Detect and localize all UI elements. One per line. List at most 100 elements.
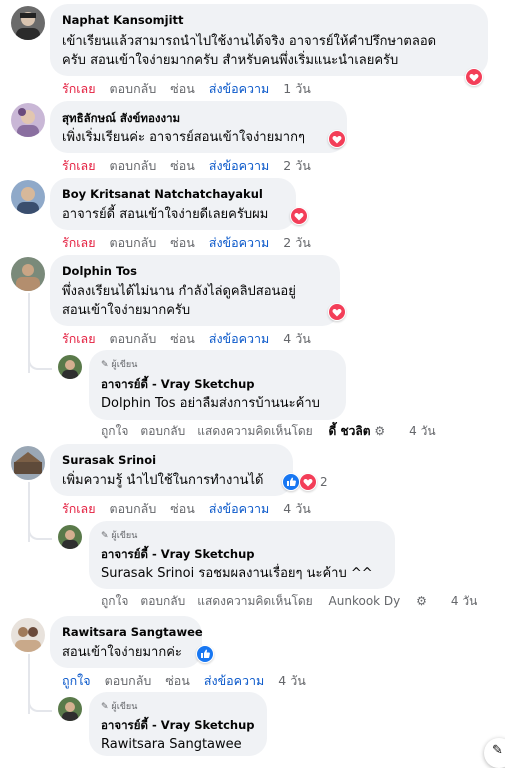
reaction-count[interactable]: 2: [320, 475, 328, 489]
love-button[interactable]: รักเลย: [62, 499, 96, 519]
love-reaction-icon[interactable]: [299, 473, 317, 491]
reply-author-name[interactable]: อาจารย์ดี้ - Vray Sketchup: [101, 717, 255, 735]
commenter-link[interactable]: Aunkook Dy: [329, 594, 401, 608]
reply-author-name[interactable]: อาจารย์ดี้ - Vray Sketchup: [101, 546, 255, 564]
avatar[interactable]: [58, 525, 82, 549]
timestamp[interactable]: 4 วัน: [283, 329, 311, 349]
love-reaction-icon[interactable]: [290, 207, 308, 225]
timestamp[interactable]: 2 วัน: [283, 233, 311, 253]
comment-text: ครับ สอนเข้าใจง่ายมากครับ สำหรับคนพึ่งเร…: [62, 53, 399, 68]
gear-icon: ⚙: [374, 424, 386, 438]
comment-actions: ถูกใจ ตอบกลับ ซ่อน ส่งข้อความ 4 วัน: [62, 671, 320, 691]
thread-line: [28, 518, 52, 540]
avatar[interactable]: [11, 257, 45, 291]
like-button[interactable]: ถูกใจ: [101, 422, 128, 441]
send-message-button[interactable]: ส่งข้อความ: [204, 671, 264, 691]
reply-button[interactable]: ตอบกลับ: [140, 592, 185, 611]
hide-button[interactable]: ซ่อน: [170, 79, 195, 99]
mention-link[interactable]: Surasak Srinoi: [101, 566, 194, 581]
pencil-icon: ✎: [101, 360, 109, 370]
mention-link[interactable]: Dolphin Tos: [101, 396, 176, 411]
comment-text: เพิ่งเริ่มเรียนค่ะ อาจารย์สอนเข้าใจง่ายม…: [62, 130, 305, 145]
reply-button[interactable]: ตอบกลับ: [110, 499, 157, 519]
commenter-name[interactable]: Dolphin Tos: [62, 264, 137, 278]
reply-actions: ถูกใจ ตอบกลับ แสดงความคิดเห็นโดย ดี้ ชวลิต…: [101, 422, 448, 441]
avatar[interactable]: [11, 446, 45, 480]
reply-button[interactable]: ตอบกลับ: [110, 329, 157, 349]
love-button[interactable]: รักเลย: [62, 79, 96, 99]
avatar[interactable]: [11, 180, 45, 214]
reply-text: Rawitsara Sangtawee: [101, 735, 242, 754]
timestamp[interactable]: 4 วัน: [283, 499, 311, 519]
mention-link[interactable]: Rawitsara Sangtawee: [101, 737, 242, 752]
hide-button[interactable]: ซ่อน: [165, 671, 190, 691]
send-message-button[interactable]: ส่งข้อความ: [209, 79, 269, 99]
hide-button[interactable]: ซ่อน: [170, 233, 195, 253]
reply-author-name[interactable]: อาจารย์ดี้ - Vray Sketchup: [101, 376, 255, 394]
like-button[interactable]: ถูกใจ: [101, 592, 128, 611]
commenter-name[interactable]: Surasak Srinoi: [62, 453, 156, 467]
timestamp[interactable]: 4 วัน: [451, 592, 477, 611]
love-button[interactable]: รักเลย: [62, 233, 96, 253]
reply-button[interactable]: ตอบกลับ: [140, 422, 185, 441]
timestamp[interactable]: 4 วัน: [409, 422, 435, 441]
send-message-button[interactable]: ส่งข้อความ: [209, 329, 269, 349]
gear-icon: ⚙: [416, 594, 427, 608]
avatar[interactable]: [58, 697, 82, 721]
author-tag: ✎ ผู้เขียน: [101, 360, 138, 370]
hide-button[interactable]: ซ่อน: [170, 329, 195, 349]
comment-text: สอนเข้าใจง่ายมากครับ: [62, 303, 191, 318]
pencil-icon: ✎: [101, 702, 109, 712]
love-reaction-icon[interactable]: [328, 130, 346, 148]
reply-button[interactable]: ตอบกลับ: [110, 79, 157, 99]
commenter-name[interactable]: สุทธิลักษณ์ สังข์ทองงาม: [62, 110, 180, 128]
comment-text: อาจารย์ดี้ สอนเข้าใจง่ายดีเลยครับผม: [62, 207, 269, 222]
comment-text: เข้าเรียนแล้วสามารถนำไปใช้งานได้จริง อาจ…: [62, 34, 437, 49]
commenter-name[interactable]: Rawitsara Sangtawee: [62, 625, 203, 639]
commenter-name[interactable]: Boy Kritsanat Natchatchayakul: [62, 187, 263, 201]
compose-button[interactable]: ✎: [484, 738, 505, 768]
love-reaction-icon[interactable]: [328, 303, 346, 321]
love-reaction-icon[interactable]: [465, 68, 483, 86]
avatar[interactable]: [11, 618, 45, 652]
pencil-icon: ✎: [101, 531, 109, 541]
timestamp[interactable]: 2 วัน: [283, 156, 311, 176]
author-tag: ✎ ผู้เขียน: [101, 531, 138, 541]
thread-line: [28, 690, 52, 712]
hide-button[interactable]: ซ่อน: [170, 499, 195, 519]
reply-button[interactable]: ตอบกลับ: [110, 156, 157, 176]
comment-actions: รักเลย ตอบกลับ ซ่อน ส่งข้อความ 2 วัน: [62, 156, 325, 176]
send-message-button[interactable]: ส่งข้อความ: [209, 156, 269, 176]
comment-actions: รักเลย ตอบกลับ ซ่อน ส่งข้อความ 1 วัน: [62, 79, 325, 99]
commenter-link[interactable]: ดี้ ชวลิต: [329, 424, 371, 438]
like-reaction-icon[interactable]: [282, 473, 300, 491]
reply-actions: ถูกใจ ตอบกลับ แสดงความคิดเห็นโดย Aunkook D…: [101, 592, 489, 611]
commented-by-label: แสดงความคิดเห็นโดย Aunkook Dy ⚙: [197, 594, 427, 608]
send-message-button[interactable]: ส่งข้อความ: [209, 499, 269, 519]
like-button[interactable]: ถูกใจ: [62, 671, 91, 691]
reply-text: Dolphin Tos อย่าลืมส่งการบ้านนะค้าบ: [101, 396, 320, 411]
avatar[interactable]: [11, 6, 45, 40]
avatar[interactable]: [58, 355, 82, 379]
reply-button[interactable]: ตอบกลับ: [105, 671, 152, 691]
comment-text: เพิ่มความรู้ นำไปใช้ในการทำงานได้: [62, 473, 264, 488]
like-reaction-icon[interactable]: [196, 645, 214, 663]
commenter-name[interactable]: Naphat Kansomjitt: [62, 13, 184, 27]
author-tag: ✎ ผู้เขียน: [101, 702, 138, 712]
love-button[interactable]: รักเลย: [62, 156, 96, 176]
comment-actions: รักเลย ตอบกลับ ซ่อน ส่งข้อความ 4 วัน: [62, 499, 325, 519]
comment-actions: รักเลย ตอบกลับ ซ่อน ส่งข้อความ 4 วัน: [62, 329, 325, 349]
comment-text: พึ่งลงเรียนได้ไม่นาน กำลังไล่ดูคลิปสอนอย…: [62, 284, 296, 299]
comment-text: สอนเข้าใจง่ายมากค่ะ: [62, 645, 182, 660]
reply-button[interactable]: ตอบกลับ: [110, 233, 157, 253]
commented-by-label: แสดงความคิดเห็นโดย ดี้ ชวลิต ⚙: [197, 424, 386, 438]
love-button[interactable]: รักเลย: [62, 329, 96, 349]
avatar[interactable]: [11, 103, 45, 137]
comment-actions: รักเลย ตอบกลับ ซ่อน ส่งข้อความ 2 วัน: [62, 233, 325, 253]
reply-text: Surasak Srinoi รอชมผลงานเรื่อยๆ นะค้าบ ^…: [101, 566, 373, 581]
send-message-button[interactable]: ส่งข้อความ: [209, 233, 269, 253]
timestamp[interactable]: 1 วัน: [283, 79, 311, 99]
hide-button[interactable]: ซ่อน: [170, 156, 195, 176]
thread-line: [28, 348, 52, 370]
timestamp[interactable]: 4 วัน: [278, 671, 306, 691]
